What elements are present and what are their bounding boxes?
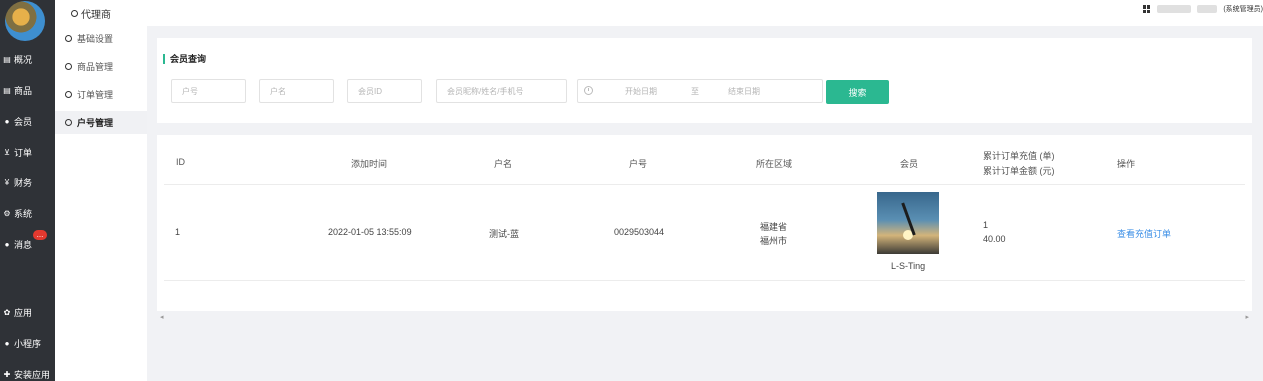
- circle-icon: [71, 10, 78, 17]
- sidebar-item-label: 小程序: [14, 338, 42, 349]
- avatar[interactable]: [5, 1, 45, 41]
- cell-id: 1: [175, 227, 181, 237]
- account-table: ID 添加时间 户名 户号 所在区域 会员 累计订单充值 (单) 累计订单金额 …: [157, 135, 1252, 311]
- column-header-id: ID: [176, 157, 185, 167]
- cell-member-name: L-S-Ting: [891, 261, 926, 271]
- date-end[interactable]: 结束日期: [728, 86, 760, 97]
- subnav-item-label: 订单管理: [77, 90, 114, 100]
- grid-menu-icon[interactable]: [1143, 5, 1151, 13]
- user-role: (系统管理员): [1223, 6, 1263, 13]
- sidebar-item-goods[interactable]: ▤ 商品: [0, 80, 55, 100]
- title-accent-bar: [163, 53, 165, 64]
- dashboard-icon: ▤: [3, 54, 11, 64]
- page-title: 代理商: [71, 6, 111, 21]
- cell-order-count: 1: [983, 220, 989, 230]
- sidebar-item-overview[interactable]: ▤ 概况: [0, 49, 55, 69]
- header-divider: [164, 184, 1245, 185]
- search-panel-title-text: 会员查询: [170, 54, 207, 64]
- column-header-order-amount: 累计订单金额 (元): [983, 166, 1055, 176]
- circle-icon: [65, 119, 72, 126]
- page-title-text: 代理商: [81, 10, 111, 21]
- sidebar-item-label: 会员: [14, 116, 33, 127]
- chat-icon: ●: [4, 239, 10, 249]
- column-header-account-number: 户号: [629, 159, 648, 169]
- message-badge: ...: [33, 230, 47, 240]
- circle-icon: [65, 63, 72, 70]
- sidebar-item-label: 系统: [14, 208, 33, 219]
- circle-icon: [65, 91, 72, 98]
- sidebar-item-label: 订单: [14, 147, 33, 158]
- sidebar-item-miniprogram[interactable]: ● 小程序: [0, 333, 55, 353]
- sidebar-item-label: 应用: [14, 307, 33, 318]
- sidebar-item-label: 商品: [14, 85, 33, 96]
- secondary-sidebar: 基础设置 商品管理 订单管理 户号管理: [55, 26, 147, 381]
- account-no-input[interactable]: [171, 79, 246, 103]
- sidebar-item-system[interactable]: ⚙ 系统: [0, 203, 55, 223]
- subnav-item-label: 基础设置: [77, 34, 114, 44]
- sidebar-item-install[interactable]: ✚ 安装应用: [0, 364, 55, 381]
- column-header-added-time: 添加时间: [351, 159, 388, 169]
- subnav-item-account-management[interactable]: 户号管理: [55, 111, 147, 134]
- sidebar-item-messages[interactable]: ● 消息: [0, 234, 55, 254]
- subnav-item-goods-management[interactable]: 商品管理: [55, 55, 147, 78]
- member-photo: [877, 192, 939, 254]
- column-header-order-count: 累计订单充值 (单): [983, 151, 1055, 161]
- sidebar-item-finance[interactable]: ¥ 财务: [0, 172, 55, 192]
- sidebar-item-label: 安装应用: [14, 369, 51, 380]
- cell-order-amount: 40.00: [983, 234, 1006, 244]
- sidebar-item-apps[interactable]: ✿ 应用: [0, 302, 55, 322]
- members-icon: ●: [4, 116, 10, 126]
- goods-icon: ▤: [3, 85, 11, 95]
- user-area[interactable]: (系统管理员): [1143, 4, 1263, 14]
- circle-icon: [65, 35, 72, 42]
- cell-added-time: 2022-01-05 13:55:09: [328, 227, 412, 237]
- main-sidebar: ▤ 概况 ▤ 商品 ● 会员 ⊻ 订单 ¥ 财务 ⚙ 系统 ● 消息 ... ✿…: [0, 0, 55, 381]
- search-button[interactable]: 搜索: [826, 80, 889, 104]
- view-recharge-orders-link[interactable]: 查看充值订单: [1117, 227, 1171, 240]
- cart-icon: ⊻: [4, 147, 10, 157]
- column-header-actions: 操作: [1117, 159, 1136, 169]
- row-divider: [164, 280, 1245, 281]
- top-bar: 代理商 (系统管理员): [55, 0, 1263, 26]
- sidebar-item-members[interactable]: ● 会员: [0, 111, 55, 131]
- clock-icon: [584, 86, 593, 95]
- column-header-member: 会员: [900, 159, 919, 169]
- date-start[interactable]: 开始日期: [625, 86, 657, 97]
- column-header-account-name: 户名: [494, 159, 513, 169]
- sidebar-item-label: 概况: [14, 54, 33, 65]
- wechat-icon: ●: [4, 338, 10, 348]
- subnav-item-order-management[interactable]: 订单管理: [55, 83, 147, 106]
- column-header-region: 所在区域: [756, 159, 793, 169]
- subnav-item-label: 户号管理: [77, 118, 114, 128]
- scroll-right-icon[interactable]: ▸: [1245, 313, 1249, 321]
- date-range-picker[interactable]: 开始日期 至 结束日期: [577, 79, 823, 103]
- account-name-input[interactable]: [259, 79, 334, 103]
- scroll-left-icon[interactable]: ◂: [160, 313, 164, 321]
- cell-city: 福州市: [760, 236, 788, 246]
- date-separator: 至: [691, 87, 699, 96]
- member-id-input[interactable]: [347, 79, 422, 103]
- gears-icon: ⚙: [3, 208, 11, 218]
- yen-icon: ¥: [4, 177, 10, 187]
- apps-icon: ✿: [3, 307, 11, 317]
- keyword-input[interactable]: [436, 79, 567, 103]
- shop-name: [1157, 5, 1192, 13]
- sidebar-item-label: 财务: [14, 177, 33, 188]
- plugin-icon: ✚: [3, 369, 11, 379]
- sidebar-item-orders[interactable]: ⊻ 订单: [0, 142, 55, 162]
- cell-account-name: 测试-蓝: [489, 229, 519, 239]
- cell-province: 福建省: [760, 222, 788, 232]
- sidebar-item-label: 消息: [14, 239, 33, 250]
- subnav-item-label: 商品管理: [77, 62, 114, 72]
- horizontal-scrollbar[interactable]: ◂ ▸: [157, 311, 1252, 323]
- member-search-panel: 会员查询 开始日期 至 结束日期 搜索: [157, 38, 1252, 123]
- search-panel-title: 会员查询: [163, 52, 206, 65]
- subnav-item-basic-settings[interactable]: 基础设置: [55, 27, 147, 50]
- user-name: [1197, 5, 1218, 13]
- cell-account-number: 0029503044: [614, 227, 665, 237]
